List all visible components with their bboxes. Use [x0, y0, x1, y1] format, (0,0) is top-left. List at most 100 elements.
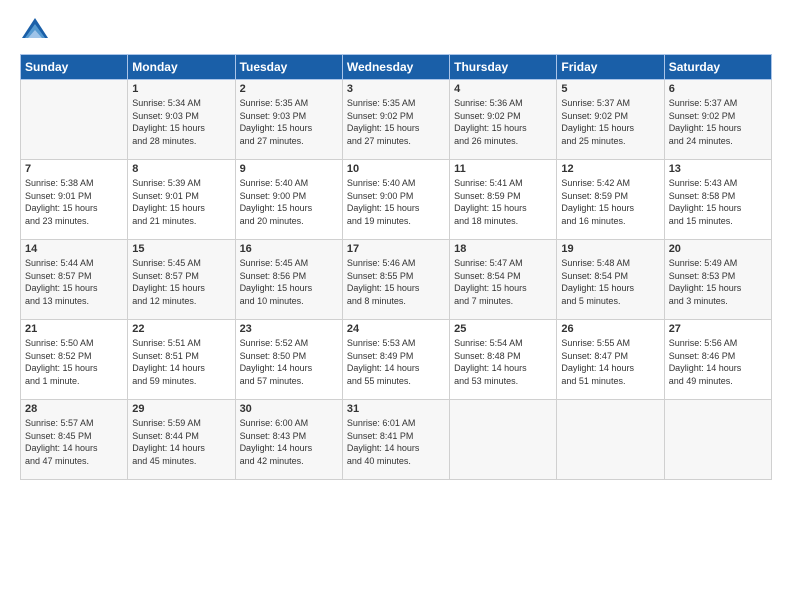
day-number: 31	[347, 403, 445, 415]
day-number: 13	[669, 163, 767, 175]
cell-info: Sunrise: 5:48 AM Sunset: 8:54 PM Dayligh…	[561, 257, 659, 307]
cell-info: Sunrise: 5:40 AM Sunset: 9:00 PM Dayligh…	[347, 177, 445, 227]
cell-info: Sunrise: 5:34 AM Sunset: 9:03 PM Dayligh…	[132, 97, 230, 147]
day-number: 26	[561, 323, 659, 335]
calendar-cell: 11 Sunrise: 5:41 AM Sunset: 8:59 PM Dayli…	[450, 160, 557, 240]
cell-info: Sunrise: 5:45 AM Sunset: 8:56 PM Dayligh…	[240, 257, 338, 307]
calendar-cell: 7Sunrise: 5:38 AM Sunset: 9:01 PM Daylig…	[21, 160, 128, 240]
calendar-cell: 12 Sunrise: 5:42 AM Sunset: 8:59 PM Dayli…	[557, 160, 664, 240]
cell-info: Sunrise: 5:53 AM Sunset: 8:49 PM Dayligh…	[347, 337, 445, 387]
calendar-cell: 18 Sunrise: 5:47 AM Sunset: 8:54 PM Dayli…	[450, 240, 557, 320]
week-row-2: 14 Sunrise: 5:44 AM Sunset: 8:57 PM Dayli…	[21, 240, 772, 320]
cell-info: Sunrise: 5:39 AM Sunset: 9:01 PM Dayligh…	[132, 177, 230, 227]
calendar-cell: 6 Sunrise: 5:37 AM Sunset: 9:02 PM Daylig…	[664, 80, 771, 160]
day-number: 24	[347, 323, 445, 335]
week-row-0: 1Sunrise: 5:34 AM Sunset: 9:03 PM Daylig…	[21, 80, 772, 160]
calendar-cell: 1Sunrise: 5:34 AM Sunset: 9:03 PM Daylig…	[128, 80, 235, 160]
calendar-cell: 24 Sunrise: 5:53 AM Sunset: 8:49 PM Dayli…	[342, 320, 449, 400]
day-number: 23	[240, 323, 338, 335]
cell-info: Sunrise: 6:01 AM Sunset: 8:41 PM Dayligh…	[347, 417, 445, 467]
day-number: 12	[561, 163, 659, 175]
weekday-header-sunday: Sunday	[21, 55, 128, 80]
cell-info: Sunrise: 5:50 AM Sunset: 8:52 PM Dayligh…	[25, 337, 123, 387]
cell-info: Sunrise: 5:35 AM Sunset: 9:02 PM Dayligh…	[347, 97, 445, 147]
day-number: 6	[669, 83, 767, 95]
day-number: 8	[132, 163, 230, 175]
calendar-cell: 4 Sunrise: 5:36 AM Sunset: 9:02 PM Daylig…	[450, 80, 557, 160]
day-number: 20	[669, 243, 767, 255]
calendar-cell: 23 Sunrise: 5:52 AM Sunset: 8:50 PM Dayli…	[235, 320, 342, 400]
day-number: 18	[454, 243, 552, 255]
cell-info: Sunrise: 5:56 AM Sunset: 8:46 PM Dayligh…	[669, 337, 767, 387]
calendar-cell: 31 Sunrise: 6:01 AM Sunset: 8:41 PM Dayli…	[342, 400, 449, 480]
logo	[20, 16, 52, 46]
weekday-header-thursday: Thursday	[450, 55, 557, 80]
calendar-cell: 27Sunrise: 5:56 AM Sunset: 8:46 PM Dayli…	[664, 320, 771, 400]
cell-info: Sunrise: 5:36 AM Sunset: 9:02 PM Dayligh…	[454, 97, 552, 147]
calendar-cell: 15Sunrise: 5:45 AM Sunset: 8:57 PM Dayli…	[128, 240, 235, 320]
cell-info: Sunrise: 5:41 AM Sunset: 8:59 PM Dayligh…	[454, 177, 552, 227]
cell-info: Sunrise: 5:55 AM Sunset: 8:47 PM Dayligh…	[561, 337, 659, 387]
calendar-cell	[21, 80, 128, 160]
day-number: 28	[25, 403, 123, 415]
week-row-1: 7Sunrise: 5:38 AM Sunset: 9:01 PM Daylig…	[21, 160, 772, 240]
week-row-3: 21Sunrise: 5:50 AM Sunset: 8:52 PM Dayli…	[21, 320, 772, 400]
calendar-cell: 30Sunrise: 6:00 AM Sunset: 8:43 PM Dayli…	[235, 400, 342, 480]
day-number: 5	[561, 83, 659, 95]
calendar-cell: 22 Sunrise: 5:51 AM Sunset: 8:51 PM Dayli…	[128, 320, 235, 400]
page: SundayMondayTuesdayWednesdayThursdayFrid…	[0, 0, 792, 612]
calendar-cell: 8 Sunrise: 5:39 AM Sunset: 9:01 PM Daylig…	[128, 160, 235, 240]
week-row-4: 28 Sunrise: 5:57 AM Sunset: 8:45 PM Dayli…	[21, 400, 772, 480]
day-number: 11	[454, 163, 552, 175]
cell-info: Sunrise: 5:43 AM Sunset: 8:58 PM Dayligh…	[669, 177, 767, 227]
cell-info: Sunrise: 5:37 AM Sunset: 9:02 PM Dayligh…	[669, 97, 767, 147]
weekday-header-saturday: Saturday	[664, 55, 771, 80]
weekday-header-tuesday: Tuesday	[235, 55, 342, 80]
cell-info: Sunrise: 5:38 AM Sunset: 9:01 PM Dayligh…	[25, 177, 123, 227]
day-number: 9	[240, 163, 338, 175]
calendar-cell: 25Sunrise: 5:54 AM Sunset: 8:48 PM Dayli…	[450, 320, 557, 400]
calendar-cell: 26 Sunrise: 5:55 AM Sunset: 8:47 PM Dayli…	[557, 320, 664, 400]
calendar-cell: 21Sunrise: 5:50 AM Sunset: 8:52 PM Dayli…	[21, 320, 128, 400]
day-number: 14	[25, 243, 123, 255]
calendar-cell: 17Sunrise: 5:46 AM Sunset: 8:55 PM Dayli…	[342, 240, 449, 320]
cell-info: Sunrise: 5:40 AM Sunset: 9:00 PM Dayligh…	[240, 177, 338, 227]
weekday-header-monday: Monday	[128, 55, 235, 80]
day-number: 29	[132, 403, 230, 415]
day-number: 10	[347, 163, 445, 175]
calendar-cell: 10 Sunrise: 5:40 AM Sunset: 9:00 PM Dayli…	[342, 160, 449, 240]
cell-info: Sunrise: 5:54 AM Sunset: 8:48 PM Dayligh…	[454, 337, 552, 387]
cell-info: Sunrise: 5:35 AM Sunset: 9:03 PM Dayligh…	[240, 97, 338, 147]
day-number: 17	[347, 243, 445, 255]
day-number: 15	[132, 243, 230, 255]
calendar-cell: 19 Sunrise: 5:48 AM Sunset: 8:54 PM Dayli…	[557, 240, 664, 320]
day-number: 22	[132, 323, 230, 335]
cell-info: Sunrise: 5:37 AM Sunset: 9:02 PM Dayligh…	[561, 97, 659, 147]
cell-info: Sunrise: 5:42 AM Sunset: 8:59 PM Dayligh…	[561, 177, 659, 227]
calendar-cell: 28 Sunrise: 5:57 AM Sunset: 8:45 PM Dayli…	[21, 400, 128, 480]
calendar-cell: 20 Sunrise: 5:49 AM Sunset: 8:53 PM Dayli…	[664, 240, 771, 320]
cell-info: Sunrise: 5:44 AM Sunset: 8:57 PM Dayligh…	[25, 257, 123, 307]
calendar-cell: 3 Sunrise: 5:35 AM Sunset: 9:02 PM Daylig…	[342, 80, 449, 160]
calendar-cell: 9 Sunrise: 5:40 AM Sunset: 9:00 PM Daylig…	[235, 160, 342, 240]
cell-info: Sunrise: 5:47 AM Sunset: 8:54 PM Dayligh…	[454, 257, 552, 307]
cell-info: Sunrise: 5:49 AM Sunset: 8:53 PM Dayligh…	[669, 257, 767, 307]
calendar-cell: 13 Sunrise: 5:43 AM Sunset: 8:58 PM Dayli…	[664, 160, 771, 240]
calendar-cell: 5 Sunrise: 5:37 AM Sunset: 9:02 PM Daylig…	[557, 80, 664, 160]
calendar-cell: 2 Sunrise: 5:35 AM Sunset: 9:03 PM Daylig…	[235, 80, 342, 160]
day-number: 4	[454, 83, 552, 95]
cell-info: Sunrise: 5:59 AM Sunset: 8:44 PM Dayligh…	[132, 417, 230, 467]
cell-info: Sunrise: 5:51 AM Sunset: 8:51 PM Dayligh…	[132, 337, 230, 387]
logo-icon	[20, 16, 50, 46]
day-number: 30	[240, 403, 338, 415]
calendar-cell: 29 Sunrise: 5:59 AM Sunset: 8:44 PM Dayli…	[128, 400, 235, 480]
day-number: 2	[240, 83, 338, 95]
weekday-header-wednesday: Wednesday	[342, 55, 449, 80]
day-number: 3	[347, 83, 445, 95]
header	[20, 16, 772, 46]
day-number: 19	[561, 243, 659, 255]
calendar-cell	[450, 400, 557, 480]
day-number: 16	[240, 243, 338, 255]
cell-info: Sunrise: 5:57 AM Sunset: 8:45 PM Dayligh…	[25, 417, 123, 467]
cell-info: Sunrise: 5:52 AM Sunset: 8:50 PM Dayligh…	[240, 337, 338, 387]
